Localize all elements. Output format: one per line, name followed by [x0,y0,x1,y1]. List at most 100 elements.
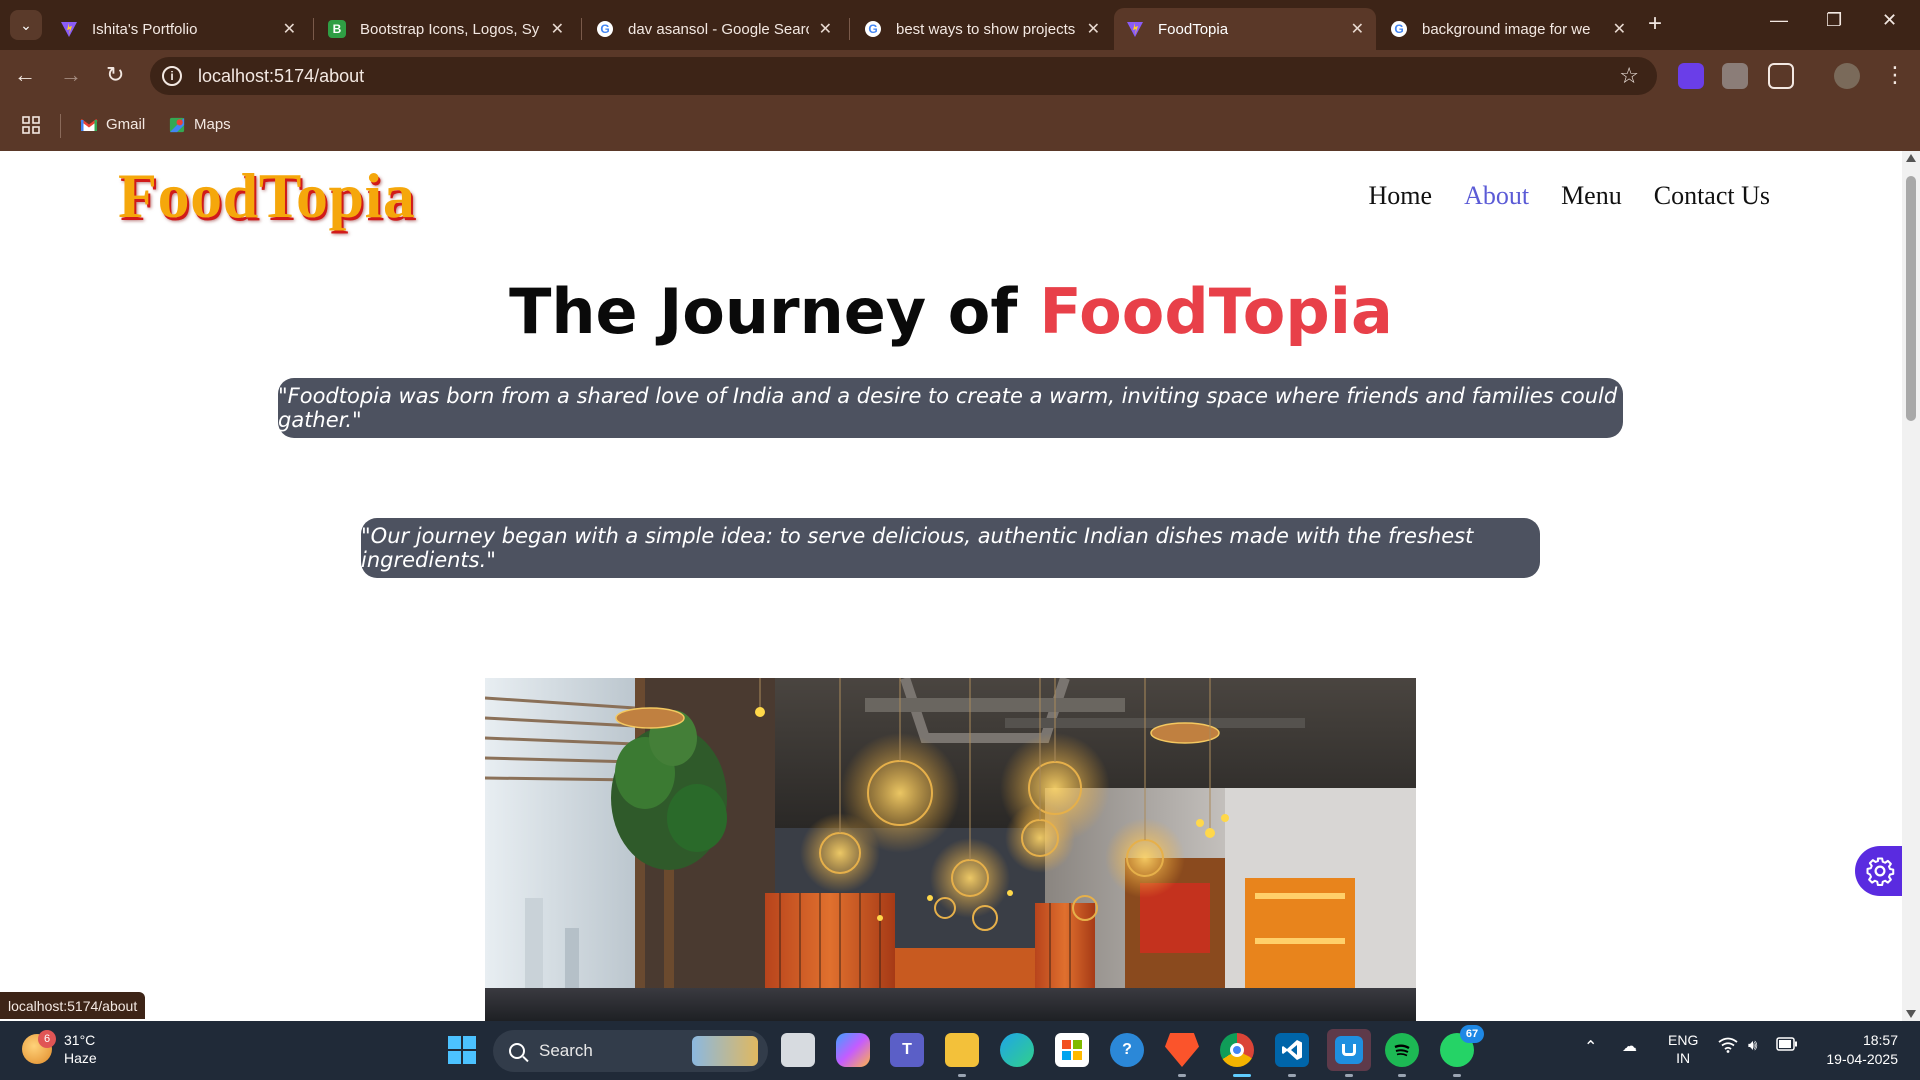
get-help-icon[interactable]: ? [1110,1033,1144,1067]
page-title: The Journey of FoodTopia [0,275,1902,348]
whatsapp-icon[interactable]: 67 [1440,1025,1484,1067]
page-viewport: FoodTopia Home About Menu Contact Us The… [0,151,1902,1021]
running-indicator [1453,1074,1461,1077]
file-explorer-icon[interactable] [945,1033,979,1067]
language-line-1: ENG [1668,1032,1699,1048]
bookmark-label: Maps [194,116,231,133]
tab-strip: ⌄ Ishita's Portfolio ✕ B Bootstrap Icons… [0,0,1920,50]
copilot-icon[interactable] [836,1033,870,1067]
microsoft-store-icon[interactable] [1055,1033,1089,1067]
close-icon[interactable]: ✕ [283,19,296,39]
search-icon [509,1043,525,1059]
chevron-up-icon[interactable]: ⌃ [1584,1037,1597,1057]
running-indicator [1233,1074,1251,1077]
language-line-2: IN [1676,1050,1691,1066]
tab-google-search-background[interactable]: G background image for we ✕ [1378,8,1638,50]
extensions-puzzle-icon[interactable] [1768,63,1794,89]
task-view-icon[interactable] [781,1033,815,1067]
onedrive-icon[interactable]: ☁ [1622,1037,1637,1055]
extension-icon[interactable] [1678,63,1704,89]
bookmark-maps[interactable]: Maps [168,116,231,133]
bookmark-gmail[interactable]: Gmail [80,116,145,133]
restaurant-interior-photo [485,678,1416,1021]
story-quote-2: "Our journey began with a simple idea: t… [361,518,1540,578]
status-bar-url: localhost:5174/about [0,992,146,1019]
nav-contact-us[interactable]: Contact Us [1654,181,1770,211]
tab-google-search-projects[interactable]: G best ways to show projects ✕ [852,8,1112,50]
close-icon[interactable]: ✕ [551,19,564,39]
tab-bootstrap[interactable]: B Bootstrap Icons, Logos, Sy ✕ [316,8,576,50]
running-indicator [1178,1074,1186,1077]
taskbar-search[interactable]: Search [493,1030,768,1072]
page-scrollbar[interactable] [1902,151,1920,1021]
tab-title: dav asansol - Google Searc [628,20,809,38]
chevron-down-icon: ⌄ [20,16,32,33]
scroll-down-arrow-icon[interactable] [1906,1010,1916,1018]
kebab-menu-icon[interactable]: ⋮ [1884,62,1906,88]
close-icon[interactable]: ✕ [1351,19,1364,39]
address-url[interactable]: localhost:5174/about [198,66,364,87]
address-bar[interactable]: i localhost:5174/about ☆ [150,57,1657,95]
close-icon[interactable]: ✕ [1613,19,1626,39]
forward-icon[interactable]: → [60,62,82,88]
battery-icon[interactable] [1776,1037,1798,1055]
brave-icon[interactable] [1165,1033,1199,1067]
volume-icon[interactable]: 🔊︎ [1748,1037,1757,1054]
scroll-up-arrow-icon[interactable] [1906,154,1916,162]
close-window-icon[interactable]: ✕ [1882,10,1897,31]
nav-about[interactable]: About [1464,181,1529,211]
tab-divider [313,18,314,40]
site-nav: Home About Menu Contact Us [1369,181,1770,211]
tab-title: Bootstrap Icons, Logos, Sy [360,20,540,38]
minimize-icon[interactable]: — [1770,10,1788,31]
spotify-icon[interactable] [1385,1033,1419,1067]
weather-condition: Haze [64,1050,97,1066]
svg-text:G: G [868,22,877,36]
teams-icon[interactable]: T [890,1033,924,1067]
new-tab-button[interactable]: + [1648,12,1662,36]
google-icon: G [597,21,613,37]
notification-badge: 6 [38,1030,56,1048]
weather-temp: 31°C [64,1032,96,1048]
chrome-icon[interactable] [1220,1033,1254,1067]
whatsapp-badge: 67 [1460,1025,1484,1043]
bookmark-star-icon[interactable]: ☆ [1619,63,1639,89]
scrollbar-thumb[interactable] [1906,176,1916,421]
system-clock[interactable]: 18:57 19-04-2025 [1826,1031,1898,1069]
site-logo[interactable]: FoodTopia [118,159,415,233]
settings-floating-button[interactable] [1855,846,1902,896]
back-icon[interactable]: ← [14,62,36,88]
gmail-icon [80,118,98,131]
restore-icon[interactable]: ❐ [1826,10,1842,31]
active-app-icon[interactable] [1327,1029,1371,1071]
windows-start-icon[interactable] [445,1033,479,1067]
tab-google-search-dav[interactable]: G dav asansol - Google Searc ✕ [584,8,844,50]
story-quote-1: "Foodtopia was born from a shared love o… [278,378,1623,438]
bookmarks-divider [60,114,61,138]
nav-menu[interactable]: Menu [1561,181,1622,211]
vite-icon [61,22,77,37]
avatar[interactable] [1834,63,1860,89]
vscode-icon[interactable] [1275,1033,1309,1067]
nav-home[interactable]: Home [1369,181,1433,211]
clock-date: 19-04-2025 [1826,1051,1898,1067]
apps-grid-icon[interactable] [22,116,40,134]
weather-widget[interactable]: 6 31°C Haze [22,1030,97,1067]
running-indicator [1345,1074,1353,1077]
google-icon: G [865,21,881,37]
site-info-icon[interactable]: i [162,66,182,86]
tab-groups-icon[interactable] [1722,63,1748,89]
close-icon[interactable]: ✕ [819,19,832,39]
bookmark-label: Gmail [106,116,146,133]
wifi-icon[interactable] [1718,1037,1738,1057]
tab-portfolio[interactable]: Ishita's Portfolio ✕ [48,8,308,50]
tab-divider [849,18,850,40]
close-icon[interactable]: ✕ [1087,19,1100,39]
edge-icon[interactable] [1000,1033,1034,1067]
tab-search-button[interactable]: ⌄ [10,10,42,40]
tab-foodtopia[interactable]: FoodTopia ✕ [1114,8,1376,50]
reload-icon[interactable]: ↻ [106,62,124,88]
language-indicator[interactable]: ENG IN [1668,1031,1698,1067]
svg-text:G: G [1394,22,1403,36]
vite-icon [1127,22,1143,37]
